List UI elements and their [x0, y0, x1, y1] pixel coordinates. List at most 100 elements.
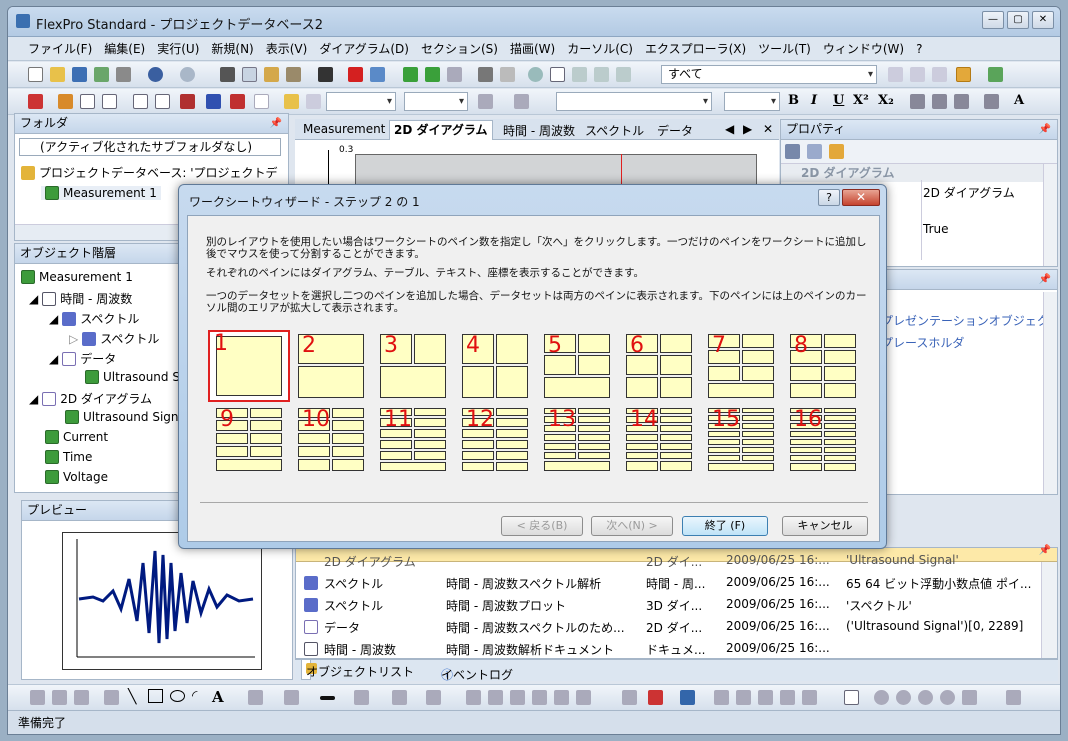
arc-icon[interactable]: ◜	[192, 688, 197, 704]
copy-icon[interactable]	[242, 67, 257, 82]
menu-new[interactable]: 新規(N)	[211, 40, 253, 57]
export-icon[interactable]	[94, 67, 109, 82]
select-icon[interactable]	[30, 690, 45, 705]
line-width-combo[interactable]	[326, 92, 396, 111]
filter-combo[interactable]: すべて	[661, 65, 877, 84]
font-combo[interactable]	[556, 92, 712, 111]
measure-icon[interactable]	[780, 690, 795, 705]
peak-icon[interactable]	[714, 690, 729, 705]
bold-button[interactable]: B	[788, 93, 799, 108]
redo-icon[interactable]	[180, 67, 195, 82]
dash-icon[interactable]	[354, 690, 369, 705]
table-icon[interactable]	[80, 94, 95, 109]
bullets-icon[interactable]	[984, 94, 999, 109]
close-button[interactable]: ✕	[1032, 11, 1054, 29]
link-presentation-object[interactable]: プレゼンテーションオブジェク	[881, 312, 1049, 329]
layout-option-9[interactable]: 9	[216, 408, 282, 474]
new-icon[interactable]	[28, 67, 43, 82]
zoom-in-icon[interactable]	[874, 690, 889, 705]
pin-icon[interactable]: 📌	[1039, 120, 1051, 139]
window-icon[interactable]	[616, 67, 631, 82]
cursor-pair-icon[interactable]	[648, 690, 663, 705]
property-value[interactable]: 2D ダイアグラム	[923, 184, 1015, 201]
tree-item[interactable]: Time	[45, 450, 92, 464]
layout-option-15[interactable]: 15	[708, 408, 774, 474]
categorize-icon[interactable]	[807, 144, 822, 159]
arrow-icon[interactable]	[392, 690, 407, 705]
align-left-icon[interactable]	[910, 94, 925, 109]
line-icon[interactable]: ╲	[128, 689, 136, 705]
maximize-button[interactable]: ▢	[1007, 11, 1029, 29]
axis-icon[interactable]	[514, 94, 529, 109]
superscript-button[interactable]: X²	[853, 93, 869, 108]
line-width-icon[interactable]	[320, 696, 335, 700]
collapse-icon[interactable]: ◢	[29, 292, 38, 306]
menu-draw[interactable]: 描画(W)	[510, 40, 555, 57]
page-setup-icon[interactable]	[500, 67, 515, 82]
table-row[interactable]: データ 時間 - 周波数スペクトルのため... 2D ダイ... 2009/06…	[296, 616, 1059, 638]
save-icon[interactable]	[72, 67, 87, 82]
tree-item[interactable]: Ultrasound Signa	[65, 410, 186, 424]
grid-view-icon[interactable]	[956, 67, 971, 82]
ungroup-icon[interactable]	[488, 690, 503, 705]
cancel-button[interactable]: キャンセル	[782, 516, 868, 536]
open-icon[interactable]	[50, 67, 65, 82]
collapse-icon[interactable]: ◢	[29, 392, 38, 406]
properties-icon[interactable]	[370, 67, 385, 82]
fill-icon[interactable]	[248, 690, 263, 705]
pan-icon[interactable]	[962, 690, 977, 705]
ellipse-icon[interactable]	[170, 690, 185, 702]
spectrum-icon[interactable]	[206, 94, 221, 109]
tab-object-list[interactable]: オブジェクトリスト	[301, 660, 414, 680]
node-icon[interactable]	[52, 690, 67, 705]
tab-spectrum[interactable]: スペクトル	[585, 122, 644, 139]
minimize-button[interactable]: —	[982, 11, 1004, 29]
tree-item[interactable]: Voltage	[45, 470, 108, 484]
font-color-button[interactable]: A	[1014, 93, 1024, 108]
layout-option-11[interactable]: 11	[380, 408, 446, 474]
outline-view-icon[interactable]	[572, 67, 587, 82]
print-preview-icon[interactable]	[478, 67, 493, 82]
text-tool-icon[interactable]: A	[212, 688, 224, 706]
font-size-combo[interactable]	[724, 92, 780, 111]
vertical-scrollbar[interactable]	[1041, 562, 1057, 658]
menu-run[interactable]: 実行(U)	[157, 40, 199, 57]
collapse-icon[interactable]: ◢	[49, 352, 58, 366]
lasso-icon[interactable]	[74, 690, 89, 705]
collapse-icon[interactable]: ◢	[49, 312, 58, 326]
print-icon[interactable]	[116, 67, 131, 82]
formula-icon[interactable]	[254, 94, 269, 109]
layout-option-14[interactable]: 14	[626, 408, 692, 474]
layout-option-5[interactable]: 5	[544, 334, 610, 400]
table-row[interactable]: 2D ダイアグラム 2D ダイ... 2009/06/25 16:... 'Ul…	[296, 550, 1059, 572]
zoom-out-icon[interactable]	[896, 690, 911, 705]
layout-option-4[interactable]: 4	[462, 334, 528, 400]
property-pages-icon[interactable]	[829, 144, 844, 159]
menu-cursor[interactable]: カーソル(C)	[567, 40, 633, 57]
layout-option-8[interactable]: 8	[790, 334, 856, 400]
tree-item[interactable]: Current	[45, 430, 108, 444]
rectangle-icon[interactable]	[148, 689, 163, 703]
link-icon[interactable]	[306, 94, 321, 109]
menu-diagram[interactable]: ダイアグラム(D)	[319, 40, 409, 57]
menu-window[interactable]: ウィンドウ(W)	[823, 40, 904, 57]
sheet-icon[interactable]	[844, 690, 859, 705]
zoom-y-icon[interactable]	[940, 690, 955, 705]
dialog-close-button[interactable]: ✕	[842, 189, 880, 206]
sort-icon[interactable]	[888, 67, 903, 82]
sort-alpha-icon[interactable]	[785, 144, 800, 159]
menu-explorer[interactable]: エクスプローラ(X)	[645, 40, 746, 57]
tab-time-frequency[interactable]: 時間 - 周波数	[503, 122, 575, 139]
finish-button[interactable]: 終了 (F)	[682, 516, 768, 536]
undo-icon[interactable]	[148, 67, 163, 82]
subfolder-combo[interactable]: (アクティブ化されたサブフォルダなし)	[19, 138, 281, 156]
tree-item[interactable]: ◢ データ	[49, 350, 116, 367]
tab-next-icon[interactable]: ▶	[743, 122, 752, 136]
tab-close-icon[interactable]: ✕	[763, 122, 773, 136]
vertical-scrollbar[interactable]	[1043, 292, 1057, 494]
pin-icon[interactable]: 📌	[270, 114, 282, 133]
layout-option-6[interactable]: 6	[626, 334, 692, 400]
menu-section[interactable]: セクション(S)	[421, 40, 498, 57]
details-icon[interactable]	[932, 67, 947, 82]
cursor-tool-icon[interactable]	[622, 690, 637, 705]
